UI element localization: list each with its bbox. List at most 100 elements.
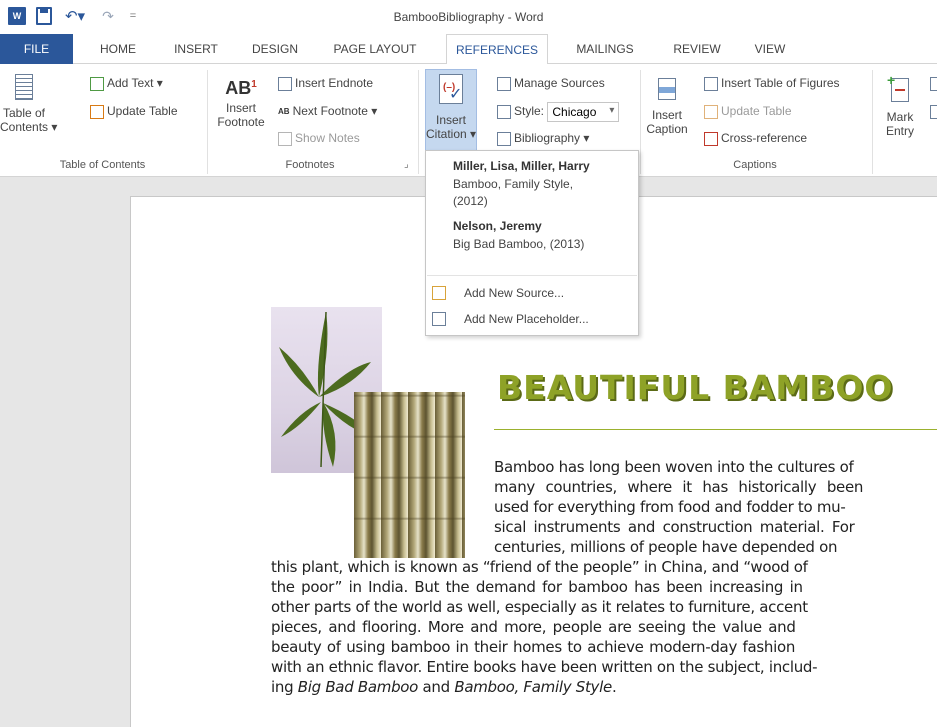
paragraph-line: Bamboo has long been woven into the cult… — [494, 458, 854, 476]
paragraph-line: this plant, which is known as “friend of… — [271, 558, 808, 576]
menu-separator — [427, 275, 637, 276]
bibliography-button[interactable]: Bibliography ▾ — [497, 131, 589, 146]
source-title: Bamboo, Family Style, — [453, 177, 574, 191]
insert-endnote-button[interactable]: Insert Endnote — [278, 76, 373, 91]
manage-sources-icon — [497, 76, 511, 91]
tab-review[interactable]: REVIEW — [666, 34, 728, 64]
group-label-toc: Table of Contents — [59, 159, 146, 171]
source-title: Big Bad Bamboo, (2013) — [453, 237, 585, 251]
add-new-placeholder-item[interactable]: Add New Placeholder... — [426, 306, 638, 332]
book-title-bamboo-family-style: Bamboo, Family Style — [454, 678, 612, 696]
add-new-source-label: Add New Source... — [464, 286, 565, 300]
cross-reference-label: Cross-reference — [721, 131, 808, 145]
index-small-button-partial-2[interactable] — [930, 104, 937, 119]
add-text-button[interactable]: Add Text ▾ — [90, 76, 163, 91]
tab-mailings[interactable]: MAILINGS — [566, 34, 644, 64]
table-of-contents-label: Table of — [2, 106, 46, 120]
insert-citation-button[interactable]: (–) ✓ Insert Citation ▾ — [425, 69, 477, 155]
source-item-nelson[interactable]: Nelson, Jeremy Big Bad Bamboo, (2013) — [426, 215, 638, 259]
insert-table-of-figures-label: Insert Table of Figures — [721, 76, 840, 90]
ab-text: AB — [225, 78, 252, 98]
group-label-captions: Captions — [733, 159, 777, 171]
insert-caption-icon — [658, 78, 676, 100]
table-of-contents-label-2: Contents ▾ — [0, 120, 58, 134]
insert-caption-button[interactable]: Insert Caption — [642, 78, 692, 136]
show-notes-icon — [278, 131, 292, 146]
mark-entry-label-2: Entry — [885, 124, 914, 138]
heading-underline — [494, 429, 937, 430]
insert-caption-label-2: Caption — [646, 122, 688, 136]
update-table-icon — [90, 104, 104, 119]
source-author: Miller, Lisa, Miller, Harry — [453, 159, 590, 173]
tab-view[interactable]: VIEW — [746, 34, 794, 64]
tab-page-layout[interactable]: PAGE LAYOUT — [325, 34, 425, 64]
next-footnote-button[interactable]: AB Next Footnote ▾ — [278, 104, 377, 118]
update-table-figures-button[interactable]: Update Table — [704, 104, 792, 119]
style-label: Style: — [514, 104, 545, 119]
insert-footnote-label-2: Footnote — [217, 115, 265, 129]
ribbon-tab-bar: FILE HOME INSERT DESIGN PAGE LAYOUT REFE… — [0, 34, 937, 65]
paragraph-line: other parts of the world as well, especi… — [271, 598, 808, 616]
index-small-icon — [930, 76, 937, 91]
tab-home[interactable]: HOME — [90, 34, 146, 64]
bibliography-icon — [497, 131, 511, 146]
add-new-source-icon — [432, 286, 446, 300]
add-text-label: Add Text ▾ — [107, 76, 163, 90]
update-table-figures-icon — [704, 104, 718, 119]
ab-superscript: 1 — [251, 79, 257, 90]
update-table-figures-label: Update Table — [721, 104, 792, 118]
last-line-text: and — [418, 678, 455, 696]
paragraph-line: beauty of using bamboo in their homes to… — [271, 638, 796, 656]
footnote-ab-icon: AB1 — [213, 78, 269, 98]
manage-sources-label: Manage Sources — [514, 76, 605, 90]
ribbon-separator — [872, 70, 873, 174]
insert-citation-label: Insert — [435, 113, 466, 127]
manage-sources-button[interactable]: Manage Sources — [497, 76, 605, 91]
index-small-icon — [930, 104, 937, 119]
paragraph-last-line: ing Big Bad Bamboo and Bamboo, Family St… — [271, 678, 617, 696]
table-of-contents-icon — [15, 74, 33, 100]
insert-footnote-button[interactable]: AB1 Insert Footnote — [213, 78, 269, 129]
cross-reference-icon — [704, 131, 718, 146]
insert-citation-dropdown: Miller, Lisa, Miller, Harry Bamboo, Fami… — [425, 150, 639, 336]
book-title-big-bad-bamboo: Big Bad Bamboo — [297, 678, 419, 696]
ribbon-separator — [207, 70, 208, 174]
source-item-miller[interactable]: Miller, Lisa, Miller, Harry Bamboo, Fami… — [426, 151, 638, 221]
add-text-icon — [90, 76, 104, 91]
paragraph-line: pieces, and flooring. More and more, peo… — [271, 618, 796, 636]
paragraph-line: many countries, where it has historicall… — [494, 478, 864, 496]
source-year: (2012) — [453, 194, 488, 208]
index-small-button-partial[interactable] — [930, 76, 937, 91]
paragraph-line: sical instruments and construction mater… — [494, 518, 855, 536]
cross-reference-button[interactable]: Cross-reference — [704, 131, 807, 146]
add-new-placeholder-label: Add New Placeholder... — [464, 312, 589, 326]
citation-style-dropdown[interactable]: Chicago — [547, 102, 620, 122]
update-table-label: Update Table — [107, 104, 178, 118]
next-footnote-icon: AB — [278, 107, 290, 117]
insert-table-of-figures-button[interactable]: Insert Table of Figures — [704, 76, 840, 91]
add-new-source-item[interactable]: Add New Source... — [426, 280, 638, 306]
next-footnote-label: Next Footnote ▾ — [292, 104, 378, 118]
table-of-contents-button[interactable]: Table of Contents ▾ — [0, 74, 58, 134]
bibliography-label: Bibliography ▾ — [514, 131, 590, 145]
insert-endnote-icon — [278, 76, 292, 91]
bamboo-stalks-image[interactable] — [354, 392, 465, 558]
tab-references[interactable]: REFERENCES — [446, 34, 548, 65]
mark-entry-icon: + — [887, 73, 909, 102]
show-notes-button[interactable]: Show Notes — [278, 131, 360, 146]
document-heading: BEAUTIFUL BAMBOO — [497, 368, 894, 407]
update-table-button[interactable]: Update Table — [90, 104, 178, 119]
tab-file[interactable]: FILE — [0, 34, 73, 64]
tab-design[interactable]: DESIGN — [246, 34, 304, 64]
source-author: Nelson, Jeremy — [453, 219, 542, 233]
add-new-placeholder-icon — [432, 312, 446, 326]
paragraph-line: the poor” in India. But the demand for b… — [271, 578, 803, 596]
footnotes-dialog-launcher[interactable]: ⌟ — [404, 159, 409, 170]
insert-citation-label-2: Citation ▾ — [426, 127, 477, 141]
tab-insert[interactable]: INSERT — [167, 34, 225, 64]
paragraph-line: with an ethnic flavor. Entire books have… — [271, 658, 818, 676]
insert-citation-icon: (–) ✓ — [439, 74, 463, 104]
citation-style-control: Style: Chicago — [497, 102, 620, 122]
paragraph-line: centuries, millions of people have depen… — [494, 538, 838, 556]
mark-entry-button[interactable]: + Mark Entry — [880, 73, 920, 138]
